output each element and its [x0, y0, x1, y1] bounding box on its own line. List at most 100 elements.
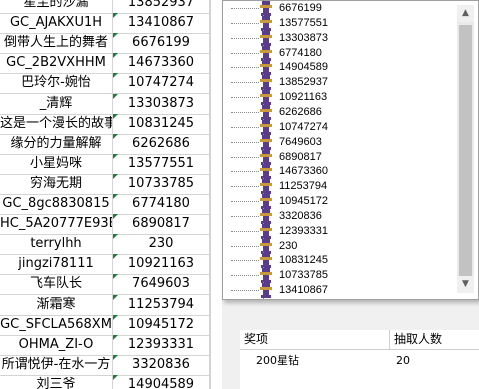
player-id-cell[interactable]: 11253794	[113, 294, 210, 315]
number-as-text-flag-icon	[113, 53, 118, 59]
player-name-cell[interactable]: 渐霜寒	[0, 294, 113, 315]
player-id-text: 10831245	[127, 115, 195, 131]
player-id-cell[interactable]: 13852937	[113, 0, 210, 13]
player-figure-icon	[259, 208, 273, 224]
table-row: jingzi78111 10921163	[0, 254, 222, 276]
player-name-cell[interactable]: 飞车队长	[0, 274, 113, 295]
table-row: 星尘的沙漏 13852937	[0, 0, 222, 14]
player-name-cell[interactable]: _清辉	[0, 93, 113, 114]
number-as-text-flag-icon	[113, 274, 118, 280]
table-row: terrylhh 230	[0, 234, 222, 256]
player-id-cell[interactable]: 14904589	[113, 374, 210, 389]
tree-connector	[231, 8, 259, 9]
number-as-text-flag-icon	[113, 254, 118, 260]
player-figure-icon	[259, 134, 273, 150]
vertical-scrollbar[interactable]: ▲ ▼	[457, 5, 474, 293]
table-row: 穷海无期 10733785	[0, 173, 222, 195]
player-name-cell[interactable]: 倒带人生上的舞者	[0, 33, 113, 54]
header-count[interactable]: 抽取人数	[390, 330, 479, 349]
player-id-cell[interactable]: 13303873	[113, 93, 210, 114]
number-as-text-flag-icon	[113, 13, 118, 19]
number-as-text-flag-icon	[113, 33, 118, 39]
player-id-cell[interactable]: 6774180	[113, 194, 210, 214]
player-name-cell[interactable]: 星尘的沙漏	[0, 0, 113, 13]
player-name-cell[interactable]: GC_8gc8830815	[0, 194, 113, 214]
player-id-cell[interactable]: 10831245	[113, 113, 210, 134]
player-name-cell[interactable]: GC_2B2VXHHM	[0, 53, 113, 74]
player-name-cell[interactable]: GC_AJAKXU1H	[0, 13, 113, 34]
player-name-cell[interactable]: 巴玲尔-婉怡	[0, 73, 113, 94]
player-id-cell[interactable]: 12393331	[113, 334, 210, 355]
table-row: GC_8gc8830815 6774180	[0, 194, 222, 215]
player-id-cell[interactable]: 13410867	[113, 13, 210, 34]
player-id-text: 6676199	[132, 35, 190, 51]
player-id-text: 7649603	[132, 276, 190, 292]
player-name-cell[interactable]: 小星妈咪	[0, 153, 113, 174]
player-figure-icon	[259, 45, 273, 61]
player-name-cell[interactable]: 缘分的力量解解	[0, 133, 113, 154]
number-as-text-flag-icon	[113, 234, 118, 240]
table-row: 倒带人生上的舞者 6676199	[0, 33, 222, 55]
prize-name-cell[interactable]: 200星钻	[256, 352, 299, 369]
player-name-cell[interactable]: 穷海无期	[0, 173, 113, 194]
player-id-text: 13410867	[127, 15, 195, 31]
player-figure-icon	[259, 1, 273, 16]
player-id-cell[interactable]: 6262686	[113, 133, 210, 154]
player-name-cell[interactable]: terrylhh	[0, 234, 113, 255]
player-id-cell[interactable]: 10921163	[113, 254, 210, 275]
tree-connector	[231, 156, 259, 158]
player-name-cell[interactable]: HC_5A20777E93E	[0, 214, 113, 235]
player-name-cell[interactable]: 刘三爷	[0, 374, 113, 389]
tree-item[interactable]: 13410867	[229, 282, 459, 300]
player-figure-icon	[259, 238, 273, 254]
number-as-text-flag-icon	[113, 133, 118, 139]
player-id-text: 6262686	[132, 135, 190, 151]
number-as-text-flag-icon	[113, 314, 118, 320]
player-name-cell[interactable]: 这是一个漫长的故事	[0, 113, 113, 134]
player-id-cell[interactable]: 230	[113, 234, 210, 255]
table-row: 渐霜寒 11253794	[0, 294, 222, 316]
player-figure-icon	[259, 223, 273, 239]
tree-list-popup[interactable]: ▲ ▼ 6676199 13577551 13303873 6774180 149045…	[222, 0, 479, 300]
player-id-cell[interactable]: 6890817	[113, 214, 210, 235]
player-id-cell[interactable]: 10747274	[113, 73, 210, 94]
player-id-text: 12393331	[127, 336, 195, 352]
player-id-cell[interactable]: 13577551	[113, 153, 210, 174]
player-id-text: 10945172	[127, 316, 195, 332]
table-row: 这是一个漫长的故事 10831245	[0, 113, 222, 135]
number-as-text-flag-icon	[113, 294, 118, 300]
prize-count-cell[interactable]: 20	[396, 352, 410, 369]
number-as-text-flag-icon	[113, 194, 118, 199]
player-id-cell[interactable]: 14673360	[113, 53, 210, 74]
header-prize[interactable]: 奖项	[240, 330, 390, 349]
table-row: GC_AJAKXU1H 13410867	[0, 13, 222, 35]
player-id-cell[interactable]: 7649603	[113, 274, 210, 295]
tree-connector	[231, 201, 259, 203]
number-as-text-flag-icon	[113, 334, 118, 340]
number-as-text-flag-icon	[113, 113, 118, 119]
player-name-cell[interactable]: jingzi78111	[0, 254, 113, 275]
player-name-cell[interactable]: OHMA_ZI-O	[0, 334, 113, 355]
player-figure-icon	[259, 253, 273, 269]
player-figure-icon	[259, 60, 273, 76]
player-figure-icon	[259, 149, 273, 165]
scroll-down-arrow-icon[interactable]: ▼	[457, 276, 474, 293]
player-id-cell[interactable]: 10733785	[113, 173, 210, 194]
player-name-cell[interactable]: 所谓悦伊-在水一方	[0, 354, 113, 375]
tree-connector	[231, 82, 259, 84]
number-as-text-flag-icon	[113, 354, 118, 360]
number-as-text-flag-icon	[113, 214, 118, 220]
player-id-cell[interactable]: 6676199	[113, 33, 210, 54]
player-figure-icon	[259, 104, 273, 120]
scroll-up-arrow-icon[interactable]: ▲	[457, 5, 474, 22]
player-id-text: 11253794	[127, 296, 195, 312]
player-id-text: 10747274	[127, 75, 195, 91]
player-name-cell[interactable]: GC_SFCLA568XM	[0, 314, 113, 335]
table-row: 刘三爷 14904589	[0, 374, 222, 389]
player-id-cell[interactable]: 10945172	[113, 314, 210, 335]
scroll-thumb[interactable]	[459, 25, 472, 287]
player-id-cell[interactable]: 3320836	[113, 354, 210, 375]
player-figure-icon	[259, 90, 273, 106]
tree-connector	[231, 230, 259, 232]
table-row: 缘分的力量解解 6262686	[0, 133, 222, 155]
